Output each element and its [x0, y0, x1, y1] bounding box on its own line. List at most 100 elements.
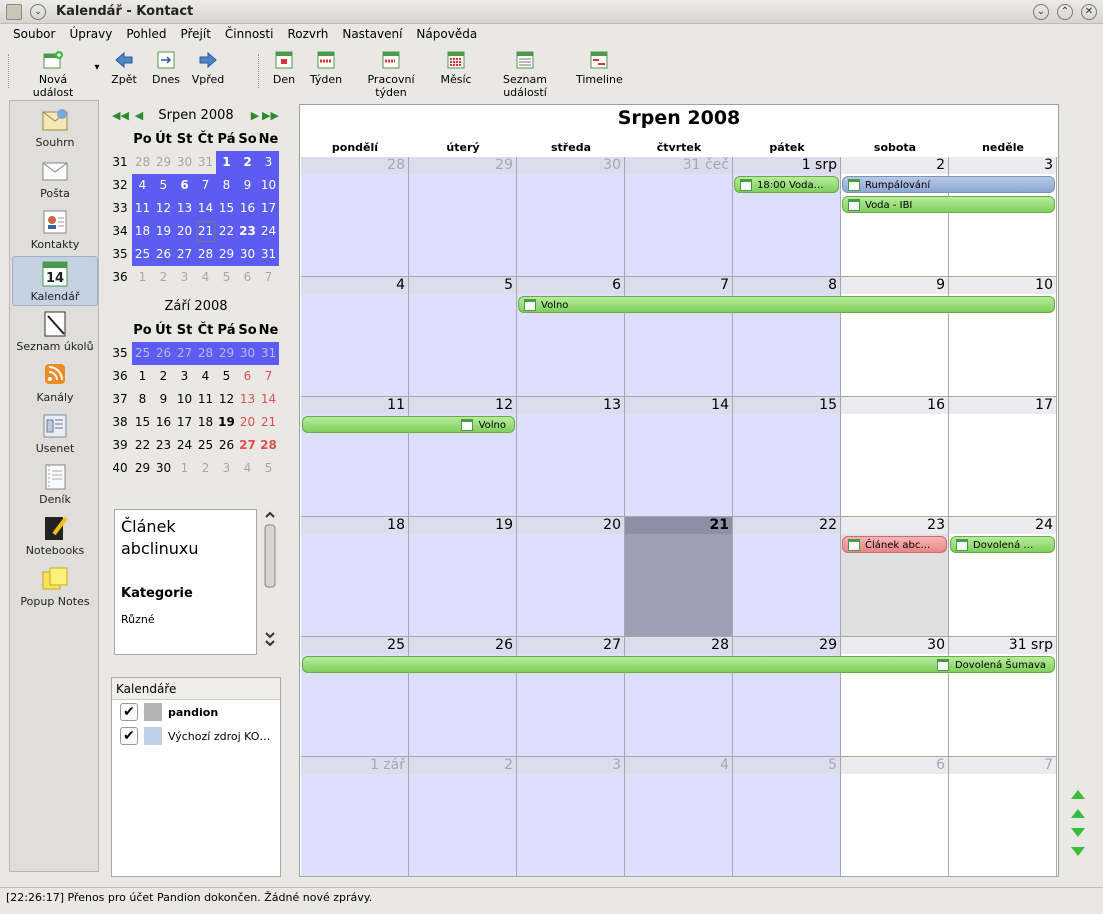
day-cell[interactable]: 25 — [132, 243, 153, 266]
day-cell[interactable]: 28 — [195, 342, 216, 365]
calendar-row-pandion[interactable]: ✔ pandion — [112, 700, 280, 724]
month-day-cell[interactable]: 12 — [409, 397, 517, 517]
week-number[interactable]: 39 — [108, 434, 132, 457]
menu-upravy[interactable]: Úpravy — [62, 25, 119, 45]
close-button[interactable]: ✕ — [1081, 4, 1097, 20]
day-cell[interactable]: 8 — [132, 388, 153, 411]
day-cell[interactable]: 12 — [153, 197, 174, 220]
menu-soubor[interactable]: Soubor — [6, 25, 62, 45]
week-number[interactable]: 31 — [108, 151, 132, 174]
day-cell[interactable]: 26 — [153, 342, 174, 365]
day-cell[interactable]: 31 — [258, 342, 279, 365]
next-year-button[interactable]: ▶▶ — [262, 109, 279, 123]
month-day-cell[interactable]: 11 — [301, 397, 409, 517]
forward-button[interactable]: Vpřed — [190, 50, 226, 86]
day-cell[interactable]: 4 — [195, 365, 216, 388]
month-day-cell[interactable]: 1 zář — [301, 757, 409, 877]
day-cell[interactable]: 26 — [216, 434, 237, 457]
day-cell[interactable]: 10 — [258, 174, 279, 197]
app-icon[interactable] — [6, 4, 22, 20]
week-number[interactable]: 35 — [108, 243, 132, 266]
week-number[interactable]: 40 — [108, 457, 132, 480]
week-number[interactable]: 36 — [108, 266, 132, 289]
day-cell[interactable]: 18 — [132, 220, 153, 243]
week-number[interactable]: 35 — [108, 342, 132, 365]
prev-month-button[interactable]: ◀ — [132, 109, 146, 123]
maximize-button[interactable]: ⌃ — [1057, 4, 1073, 20]
day-cell[interactable]: 31 — [258, 243, 279, 266]
day-cell[interactable]: 27 — [174, 342, 195, 365]
day-cell[interactable]: 14 — [195, 197, 216, 220]
day-cell[interactable]: 28 — [132, 151, 153, 174]
month-day-cell[interactable]: 21 — [625, 517, 733, 637]
month-day-cell[interactable]: 5 — [733, 757, 841, 877]
day-cell[interactable]: 27 — [237, 434, 258, 457]
day-cell[interactable]: 1 — [174, 457, 195, 480]
month-day-cell[interactable]: 31 čeč — [625, 157, 733, 277]
sidebar-item-calendar[interactable]: 14 Kalendář — [12, 256, 98, 306]
back-button[interactable]: Zpět — [108, 50, 140, 86]
month-day-cell[interactable]: 4 — [301, 277, 409, 397]
week-number[interactable]: 38 — [108, 411, 132, 434]
calendar-event[interactable]: Rumpálování — [842, 176, 1055, 193]
day-cell[interactable]: 6 — [237, 365, 258, 388]
workweek-view-button[interactable]: Pracovní týden — [350, 50, 432, 99]
calendar-event[interactable]: Článek abc… — [842, 536, 947, 553]
day-cell[interactable]: 17 — [174, 411, 195, 434]
month-day-cell[interactable]: 27 — [517, 637, 625, 757]
day-cell[interactable]: 29 — [153, 151, 174, 174]
day-cell[interactable]: 4 — [237, 457, 258, 480]
day-cell[interactable]: 3 — [174, 365, 195, 388]
scroll-up-fast-icon[interactable] — [1071, 790, 1085, 799]
scroll-down-fast-icon[interactable] — [1071, 847, 1085, 856]
month-day-cell[interactable]: 10 — [949, 277, 1057, 397]
day-cell[interactable]: 4 — [195, 266, 216, 289]
month-day-cell[interactable]: 6 — [841, 757, 949, 877]
day-cell[interactable]: 21 — [195, 220, 216, 243]
day-cell[interactable]: 21 — [258, 411, 279, 434]
month-day-cell[interactable]: 3 — [949, 157, 1057, 277]
day-cell[interactable]: 30 — [237, 342, 258, 365]
day-cell[interactable]: 28 — [195, 243, 216, 266]
prev-year-button[interactable]: ◀◀ — [112, 109, 129, 123]
day-cell[interactable]: 2 — [237, 151, 258, 174]
day-cell[interactable]: 29 — [132, 457, 153, 480]
month-day-cell[interactable]: 30 — [841, 637, 949, 757]
month-day-cell[interactable]: 30 — [517, 157, 625, 277]
sidebar-item-journal[interactable]: Deník — [12, 460, 98, 510]
calendar-event[interactable]: Dovolená Šumava — [302, 656, 1055, 673]
month-day-cell[interactable]: 13 — [517, 397, 625, 517]
week-number[interactable]: 32 — [108, 174, 132, 197]
calendar-event[interactable]: Dovolená … — [950, 536, 1055, 553]
month-day-cell[interactable]: 28 — [301, 157, 409, 277]
day-cell[interactable]: 6 — [237, 266, 258, 289]
sidebar-item-mail[interactable]: Pošta — [12, 154, 98, 204]
day-cell[interactable]: 16 — [153, 411, 174, 434]
day-view-button[interactable]: Den — [268, 50, 300, 86]
day-cell[interactable]: 15 — [132, 411, 153, 434]
day-cell[interactable]: 16 — [237, 197, 258, 220]
day-cell[interactable]: 29 — [216, 243, 237, 266]
day-cell[interactable]: 19 — [216, 411, 237, 434]
month-day-cell[interactable]: 24 — [949, 517, 1057, 637]
month-day-cell[interactable]: 25 — [301, 637, 409, 757]
day-cell[interactable]: 3 — [216, 457, 237, 480]
day-cell[interactable]: 1 — [132, 365, 153, 388]
month-day-cell[interactable]: 26 — [409, 637, 517, 757]
week-number[interactable]: 33 — [108, 197, 132, 220]
month-day-cell[interactable]: 2 — [409, 757, 517, 877]
day-cell[interactable]: 7 — [258, 365, 279, 388]
month-day-cell[interactable]: 14 — [625, 397, 733, 517]
sidebar-item-feeds[interactable]: Kanály — [12, 358, 98, 408]
month-day-cell[interactable]: 28 — [625, 637, 733, 757]
month-day-cell[interactable]: 22 — [733, 517, 841, 637]
month-day-cell[interactable]: 4 — [625, 757, 733, 877]
day-cell[interactable]: 11 — [195, 388, 216, 411]
month-day-cell[interactable]: 6 — [517, 277, 625, 397]
month-day-cell[interactable]: 20 — [517, 517, 625, 637]
month-day-cell[interactable]: 2 — [841, 157, 949, 277]
day-cell[interactable]: 2 — [195, 457, 216, 480]
day-cell[interactable]: 13 — [174, 197, 195, 220]
menu-napoveda[interactable]: Nápověda — [409, 25, 484, 45]
month-day-cell[interactable]: 9 — [841, 277, 949, 397]
